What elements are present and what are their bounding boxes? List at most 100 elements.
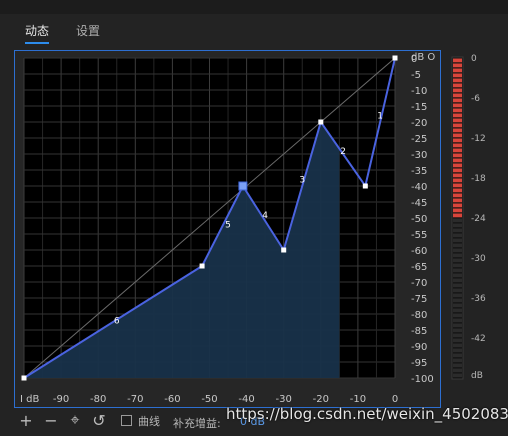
y-tick-label: -80 xyxy=(411,310,427,321)
control-point[interactable] xyxy=(392,55,398,61)
segment-label: 4 xyxy=(262,211,268,221)
level-meter-segment xyxy=(453,358,462,363)
fit-icon[interactable]: ⌖ xyxy=(67,410,83,429)
level-meter-segment xyxy=(453,143,462,148)
level-meter-segment xyxy=(453,363,462,368)
segment-label: 6 xyxy=(114,316,120,326)
level-meter-segment xyxy=(453,173,462,178)
dynamics-graph[interactable]: 1 2 3 4 5 6 0 -5 -10 -15 -20 -25 -30 -35 -40 -45 -50 -55 -… xyxy=(0,0,508,436)
y-tick-label: -95 xyxy=(411,358,427,369)
level-meter-segment xyxy=(453,238,462,243)
level-meter-segment xyxy=(453,338,462,343)
level-meter-segment xyxy=(453,78,462,83)
level-meter-segment xyxy=(453,213,462,218)
remove-point-icon[interactable]: − xyxy=(43,411,59,430)
level-meter-segment xyxy=(453,233,462,238)
segment-label: 5 xyxy=(225,220,231,230)
level-meter-segment xyxy=(453,168,462,173)
level-meter-segment xyxy=(453,113,462,118)
meter-tick-label: -6 xyxy=(471,94,480,104)
level-meter-segment xyxy=(453,333,462,338)
control-point[interactable] xyxy=(199,263,205,269)
meter-tick-label: -18 xyxy=(471,174,486,184)
control-point[interactable] xyxy=(318,119,324,125)
control-point[interactable] xyxy=(21,375,27,381)
meter-tick-label: -12 xyxy=(471,134,486,144)
level-meter-segment xyxy=(453,343,462,348)
control-point-selected[interactable] xyxy=(238,181,248,191)
level-meter-segment xyxy=(453,298,462,303)
reset-icon[interactable]: ↺ xyxy=(91,411,107,430)
x-tick-label: -40 xyxy=(238,394,254,405)
level-meter-segment xyxy=(453,73,462,78)
watermark: https://blog.csdn.net/weixin_45020839 xyxy=(226,405,508,423)
y-tick-label: -20 xyxy=(411,118,427,129)
y-tick-label: -100 xyxy=(411,374,434,385)
curve-label: 曲线 xyxy=(138,415,160,428)
y-tick-label: -35 xyxy=(411,166,427,177)
level-meter-segment xyxy=(453,83,462,88)
level-meter-segment xyxy=(453,323,462,328)
level-meter-segment xyxy=(453,158,462,163)
y-tick-label: -5 xyxy=(411,70,421,81)
y-tick-label: -45 xyxy=(411,198,427,209)
curve-checkbox[interactable] xyxy=(121,415,132,426)
level-meter-segment xyxy=(453,93,462,98)
x-tick-label: -60 xyxy=(164,394,180,405)
level-meter-segment xyxy=(453,373,462,378)
control-point[interactable] xyxy=(362,183,368,189)
meter-tick-label: -36 xyxy=(471,294,486,304)
x-tick-label: -70 xyxy=(127,394,143,405)
level-meter-segment xyxy=(453,223,462,228)
y-tick-label: -65 xyxy=(411,262,427,273)
makeup-gain-label: 补充增益: xyxy=(173,417,221,430)
y-tick-label: -15 xyxy=(411,102,427,113)
level-meter-segment xyxy=(453,98,462,103)
level-meter-segment xyxy=(453,328,462,333)
y-tick-label: -10 xyxy=(411,86,427,97)
control-point[interactable] xyxy=(281,247,287,253)
level-meter-segment xyxy=(453,283,462,288)
level-meter-segment xyxy=(453,138,462,143)
level-meter-segment xyxy=(453,368,462,373)
level-meter-segment xyxy=(453,193,462,198)
level-meter-segment xyxy=(453,163,462,168)
y-tick-label: -70 xyxy=(411,278,427,289)
level-meter-segment xyxy=(453,303,462,308)
y-tick-label: -50 xyxy=(411,214,427,225)
level-meter-segment xyxy=(453,228,462,233)
meter-tick-label: -42 xyxy=(471,334,486,344)
meter-tick-label: dB xyxy=(471,371,483,381)
y-tick-label: -55 xyxy=(411,230,427,241)
x-tick-label: -80 xyxy=(90,394,106,405)
level-meter-segment xyxy=(453,218,462,223)
level-meter-segment xyxy=(453,273,462,278)
level-meter-segment xyxy=(453,188,462,193)
level-meter-segment xyxy=(453,203,462,208)
x-unit-label: I dB xyxy=(20,394,39,405)
x-tick-label: -20 xyxy=(313,394,329,405)
level-meter-segment xyxy=(453,268,462,273)
y-unit-label: dB O xyxy=(411,52,435,63)
segment-label: 1 xyxy=(377,112,383,122)
meter-tick-label: -24 xyxy=(471,214,486,224)
level-meter-segment xyxy=(453,318,462,323)
level-meter-segment xyxy=(453,198,462,203)
add-point-icon[interactable]: + xyxy=(18,411,34,430)
y-tick-label: -90 xyxy=(411,342,427,353)
level-meter-segment xyxy=(453,248,462,253)
x-tick-label: -30 xyxy=(276,394,292,405)
level-meter-segment xyxy=(453,313,462,318)
x-tick-label: -50 xyxy=(201,394,217,405)
level-meter-segment xyxy=(453,293,462,298)
y-tick-label: -75 xyxy=(411,294,427,305)
level-meter-segment xyxy=(453,103,462,108)
y-tick-label: -60 xyxy=(411,246,427,257)
y-tick-label: -25 xyxy=(411,134,427,145)
level-meter-segment xyxy=(453,63,462,68)
level-meter-segment xyxy=(453,278,462,283)
level-meter-segment xyxy=(453,88,462,93)
level-meter-segment xyxy=(453,118,462,123)
level-meter-segment xyxy=(453,308,462,313)
level-meter-segment xyxy=(453,148,462,153)
